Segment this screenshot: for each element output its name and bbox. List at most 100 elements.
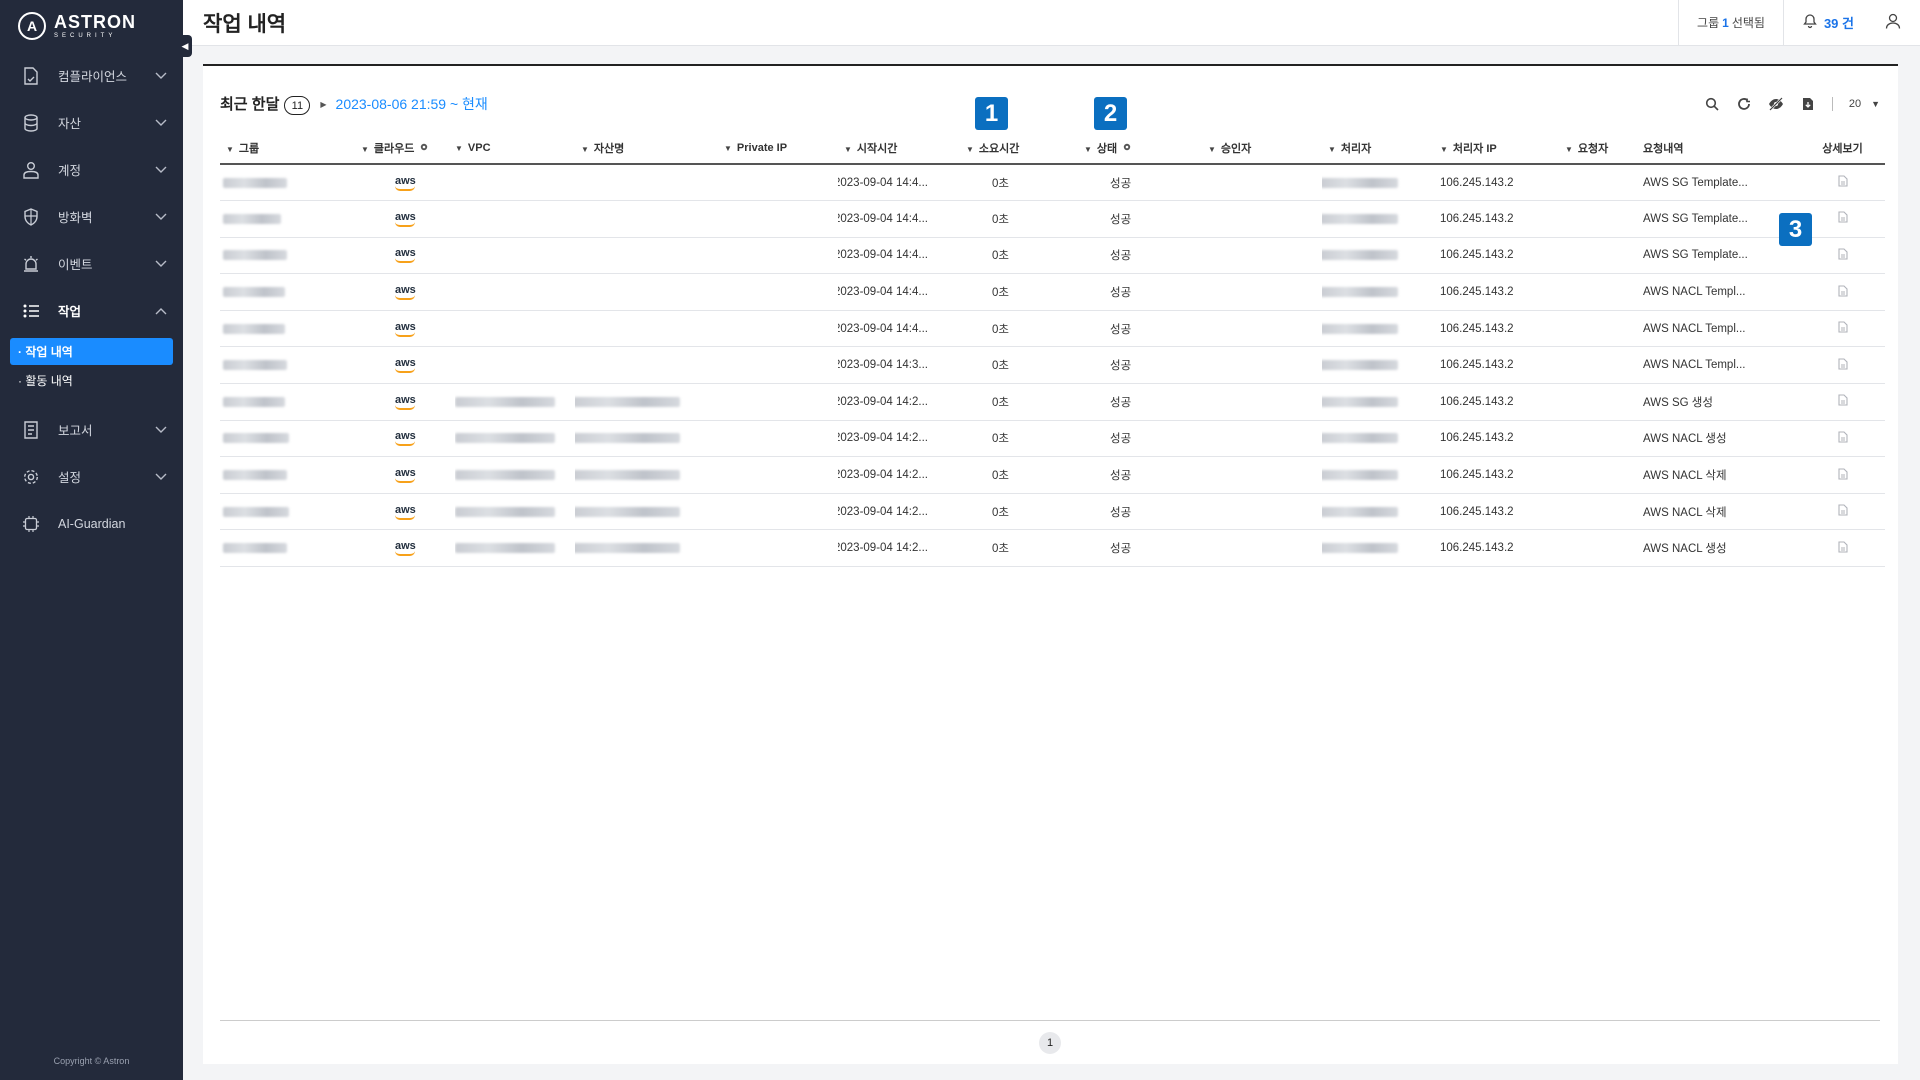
document-icon[interactable]: [1837, 394, 1848, 409]
processor-ip: 106.245.143.2: [1440, 359, 1514, 372]
shield-icon: [22, 207, 40, 226]
sidebar-item-lower-0[interactable]: 보고서: [0, 406, 183, 453]
gear-icon: [22, 468, 40, 486]
sidebar-subitem-1[interactable]: · 활동 내역: [10, 367, 173, 394]
sort-caret-icon: ▼: [1440, 144, 1448, 154]
sidebar-item-main-2[interactable]: 계정: [0, 146, 183, 193]
column-header[interactable]: ▼ 클라우드: [355, 132, 455, 165]
document-icon[interactable]: [1837, 248, 1848, 263]
table-row[interactable]: aws 2023-09-04 14:3... 0초 성공 106.245.143.2 AW…: [220, 346, 1885, 385]
sort-caret-icon: ▼: [361, 144, 369, 154]
table-row[interactable]: aws 2023-09-04 14:4... 0초 성공 106.245.143.2 AW…: [220, 164, 1885, 202]
redacted-vpc: [455, 506, 555, 517]
sidebar-subitem-0[interactable]: · 작업 내역: [10, 338, 173, 365]
refresh-icon[interactable]: [1736, 96, 1752, 112]
status: 성공: [1110, 323, 1132, 336]
user-menu-button[interactable]: [1872, 0, 1920, 45]
document-icon[interactable]: [1837, 431, 1848, 446]
document-icon[interactable]: [1837, 285, 1848, 300]
table-row[interactable]: aws 2023-09-04 14:4... 0초 성공 106.245.143.2 AW…: [220, 237, 1885, 275]
column-header[interactable]: 상세보기: [1800, 132, 1885, 165]
column-header-label: VPC: [467, 141, 491, 154]
column-header[interactable]: ▼ 승인자: [1202, 132, 1322, 165]
notification-button[interactable]: 39 건: [1782, 0, 1872, 45]
sidebar-item-lower-2[interactable]: AI-Guardian: [0, 500, 183, 547]
document-icon[interactable]: [1837, 211, 1848, 226]
column-header[interactable]: ▼ VPC: [455, 132, 575, 165]
duration: 0초: [992, 506, 1009, 519]
column-header[interactable]: ▼ 요청자: [1559, 132, 1643, 165]
table-row[interactable]: aws 2023-09-04 14:2... 0초 성공 106.245.143.2 AW…: [220, 529, 1885, 568]
column-settings-icon[interactable]: [1122, 143, 1132, 155]
document-icon[interactable]: [1837, 504, 1848, 519]
column-header[interactable]: ▼ 그룹: [220, 132, 355, 165]
bell-icon: [1802, 13, 1818, 32]
table-row[interactable]: aws 2023-09-04 14:4... 0초 성공 106.245.143.2 AW…: [220, 273, 1885, 311]
document-icon[interactable]: [1837, 358, 1848, 373]
chevron-down-icon: [155, 163, 167, 177]
table-row[interactable]: aws 2023-09-04 14:4... 0초 성공 106.245.143.2 AW…: [220, 310, 1885, 348]
start-time: 2023-09-04 14:4...: [838, 176, 928, 189]
duration: 0초: [992, 250, 1009, 263]
chevron-down-icon: [155, 257, 167, 271]
column-header[interactable]: ▼ 처리자 IP: [1434, 132, 1559, 165]
period-filter[interactable]: 최근 한달 11: [220, 93, 311, 116]
brand-logo[interactable]: A ASTRON SECURITY: [0, 0, 183, 52]
redacted-processor: [1322, 177, 1398, 188]
redacted-group: [223, 506, 289, 517]
export-file-icon[interactable]: [1800, 96, 1816, 112]
sidebar-item-lower-1[interactable]: 설정: [0, 453, 183, 500]
redacted-group: [223, 287, 285, 298]
sidebar-item-main-4[interactable]: 이벤트: [0, 240, 183, 287]
column-header[interactable]: 요청내역: [1643, 132, 1800, 165]
notification-count: 39 건: [1823, 16, 1854, 31]
sidebar-item-main-3[interactable]: 방화벽: [0, 193, 183, 240]
callout-marker-2: 2: [1094, 97, 1127, 130]
sidebar-item-main-1[interactable]: 자산: [0, 99, 183, 146]
table-row[interactable]: aws 2023-09-04 14:2... 0초 성공 106.245.143.2 AW…: [220, 456, 1885, 494]
request-detail: AWS NACL 삭제: [1643, 506, 1727, 519]
page-button[interactable]: 1: [1039, 1031, 1061, 1054]
group-selector[interactable]: 그룹 1 선택됨: [1678, 0, 1783, 45]
chevron-down-icon: [155, 210, 167, 224]
table-row[interactable]: aws 2023-09-04 14:4... 0초 성공 106.245.143.2 AW…: [220, 200, 1885, 238]
redacted-asset-name: [575, 433, 680, 444]
document-icon[interactable]: [1837, 175, 1848, 190]
task-table: ▼ 그룹 ▼ 클라우드 ▼ VPC ▼ 자산명 ▼ Private IP ▼ 시작시간 ▼ 소요시간 ▼ 상태…: [220, 132, 1885, 568]
search-icon[interactable]: [1704, 96, 1720, 112]
document-icon[interactable]: [1837, 467, 1848, 483]
aws-logo-icon: aws: [395, 468, 416, 484]
document-icon[interactable]: [1837, 541, 1848, 556]
aws-logo-icon: aws: [395, 248, 416, 264]
table-row[interactable]: aws 2023-09-04 14:2... 0초 성공 106.245.143.2 AW…: [220, 383, 1885, 421]
document-icon[interactable]: [1837, 321, 1848, 336]
column-header[interactable]: ▼ 시작시간: [838, 132, 960, 165]
column-header[interactable]: ▼ 처리자: [1322, 132, 1434, 165]
column-header-label: 자산명: [593, 142, 625, 155]
sidebar-item-main-5[interactable]: 작업: [0, 287, 183, 334]
brand-name: ASTRON: [54, 12, 136, 32]
start-time: 2023-09-04 14:2...: [838, 469, 928, 482]
hide-columns-icon[interactable]: [1768, 96, 1784, 112]
caret-right-icon: ▶: [320, 99, 327, 109]
redacted-processor: [1322, 543, 1398, 554]
aws-logo-icon: aws: [395, 175, 416, 191]
request-detail: AWS SG Template...: [1643, 176, 1748, 189]
table-row[interactable]: aws 2023-09-04 14:2... 0초 성공 106.245.143.2 AW…: [220, 420, 1885, 458]
column-header[interactable]: ▼ 소요시간: [960, 132, 1078, 165]
column-header[interactable]: ▼ 자산명: [575, 132, 718, 165]
sidebar-item-main-0[interactable]: 컴플라이언스: [0, 52, 183, 99]
column-header-label: 소요시간: [978, 142, 1020, 155]
chevron-down-icon: [155, 116, 167, 130]
page-size-select[interactable]: 20 ▼: [1849, 98, 1880, 110]
sidebar-subnav: · 작업 내역 · 활동 내역: [0, 334, 183, 406]
column-header[interactable]: ▼ Private IP: [718, 132, 838, 165]
column-settings-icon[interactable]: [419, 143, 429, 155]
table-row[interactable]: aws 2023-09-04 14:2... 0초 성공 106.245.143.2 AW…: [220, 493, 1885, 531]
report-icon: [22, 420, 40, 439]
sidebar-item-label: 이벤트: [58, 258, 93, 272]
column-header[interactable]: ▼ 상태: [1078, 132, 1202, 165]
date-range[interactable]: 2023-08-06 21:59 ~ 현재: [336, 94, 488, 114]
redacted-group: [223, 323, 285, 334]
sidebar-collapse-button[interactable]: ◀: [178, 35, 192, 57]
